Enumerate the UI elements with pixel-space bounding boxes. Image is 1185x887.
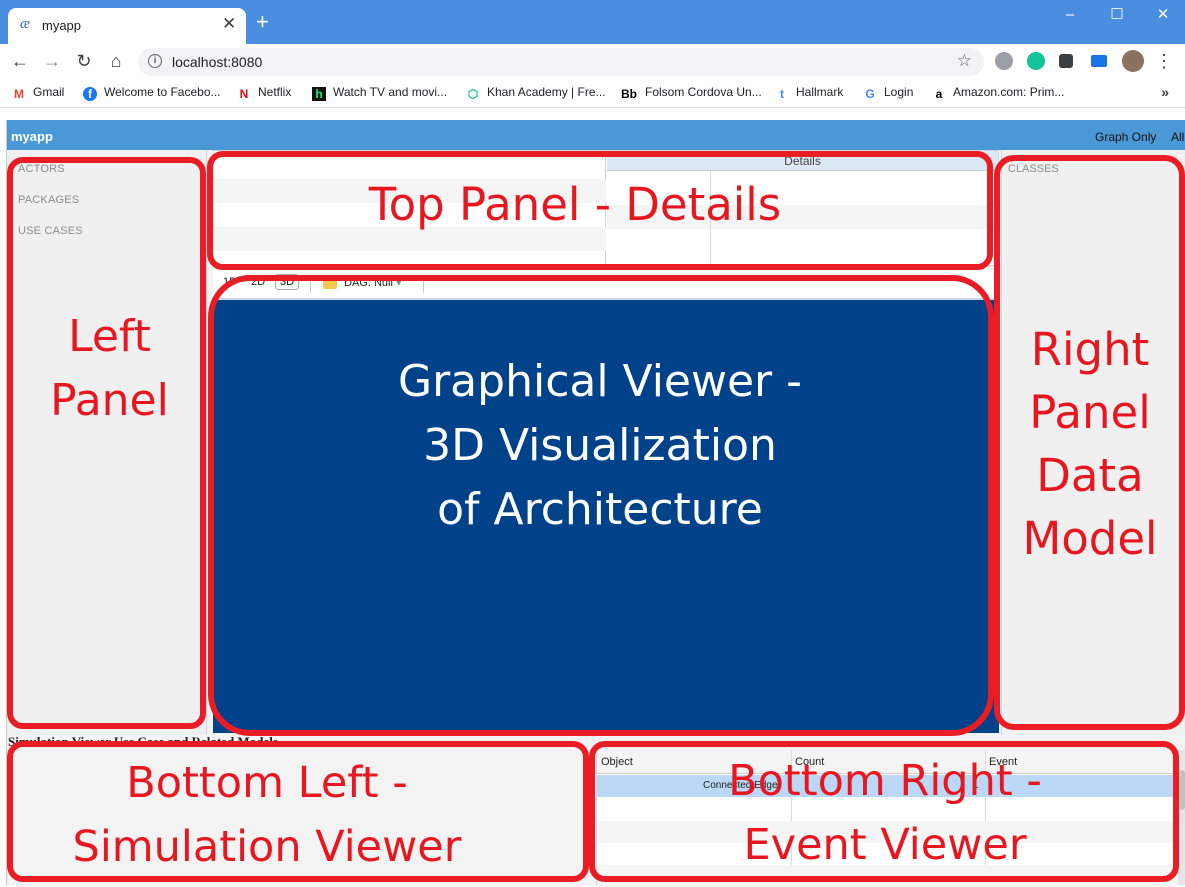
close-tab-icon[interactable]: ✕	[222, 14, 236, 34]
tab-title: myapp	[42, 18, 82, 33]
bookmark-login[interactable]: G Login	[863, 85, 913, 101]
grammarly-icon[interactable]	[1027, 52, 1045, 70]
google-icon: G	[865, 87, 875, 101]
left-panel-annotation: Left Panel	[50, 311, 169, 426]
bookmark-gmail[interactable]: M Gmail	[12, 85, 64, 101]
new-tab-button[interactable]: +	[256, 11, 269, 33]
bookmark-hallmark[interactable]: t Hallmark	[775, 85, 843, 101]
puzzle-icon[interactable]	[1059, 54, 1073, 68]
extension-icon[interactable]	[995, 52, 1013, 70]
bookmark-amazon[interactable]: a Amazon.com: Prim...	[932, 85, 1065, 101]
scrollbar-thumb[interactable]	[1179, 770, 1185, 810]
amazon-icon: a	[935, 87, 943, 101]
left-panel-highlight	[7, 157, 206, 729]
hulu-icon: h	[312, 87, 326, 101]
khan-academy-icon: ⬡	[467, 87, 479, 101]
blackboard-icon: Bb	[621, 87, 637, 101]
menu-kebab-icon[interactable]: ⋮	[1153, 50, 1175, 72]
bookmarks-overflow-icon[interactable]: »	[1161, 84, 1169, 100]
bookmark-blackboard[interactable]: Bb Folsom Cordova Un...	[620, 85, 762, 101]
browser-titlebar: æ myapp ✕ + – ☐ ✕	[0, 0, 1185, 44]
cast-icon[interactable]	[1091, 55, 1107, 67]
app-header: myapp Graph Only All	[7, 120, 1185, 150]
minimize-button[interactable]: –	[1058, 4, 1082, 28]
hallmark-icon: t	[780, 87, 784, 101]
app-logo-icon: æ	[20, 16, 31, 32]
viewer-annotation: Graphical Viewer - 3D Visualization of A…	[398, 356, 802, 535]
graph-only-link[interactable]: Graph Only	[1095, 130, 1156, 144]
browser-tab[interactable]: æ myapp ✕	[8, 8, 246, 44]
bottom-right-annotation: Bottom Right - Event Viewer	[728, 756, 1042, 870]
bookmark-khan-academy[interactable]: ⬡ Khan Academy | Fre...	[466, 85, 606, 101]
home-icon[interactable]: ⌂	[105, 50, 127, 72]
close-window-button[interactable]: ✕	[1151, 4, 1175, 28]
forward-icon[interactable]: →	[41, 50, 63, 72]
bookmark-star-icon[interactable]: ☆	[957, 51, 972, 71]
all-link[interactable]: All	[1171, 130, 1184, 144]
bottom-left-annotation: Bottom Left - Simulation Viewer	[72, 758, 462, 872]
omnibox[interactable]: i localhost:8080 ☆	[138, 48, 984, 76]
bookmark-facebook[interactable]: f Welcome to Facebo...	[83, 85, 221, 101]
reload-icon[interactable]: ↻	[73, 50, 95, 72]
gmail-icon: M	[14, 87, 24, 101]
bookmark-netflix[interactable]: N Netflix	[237, 85, 292, 101]
facebook-icon: f	[83, 87, 97, 101]
app-title: myapp	[11, 129, 53, 144]
right-panel-annotation: Right Panel Data Model	[1022, 323, 1158, 565]
top-panel-annotation: Top Panel - Details	[368, 178, 782, 231]
bookmarks-bar: M Gmail f Welcome to Facebo... N Netflix hW…	[0, 78, 1185, 108]
netflix-icon: N	[239, 87, 249, 101]
site-info-icon[interactable]: i	[148, 54, 162, 68]
bookmark-hulu[interactable]: h Watch TV and movi...	[312, 85, 447, 101]
avatar[interactable]	[1122, 50, 1144, 72]
back-icon[interactable]: ←	[9, 50, 31, 72]
event-scrollbar[interactable]	[1178, 750, 1185, 885]
maximize-button[interactable]: ☐	[1105, 4, 1129, 28]
url-text[interactable]: localhost:8080	[172, 54, 262, 70]
